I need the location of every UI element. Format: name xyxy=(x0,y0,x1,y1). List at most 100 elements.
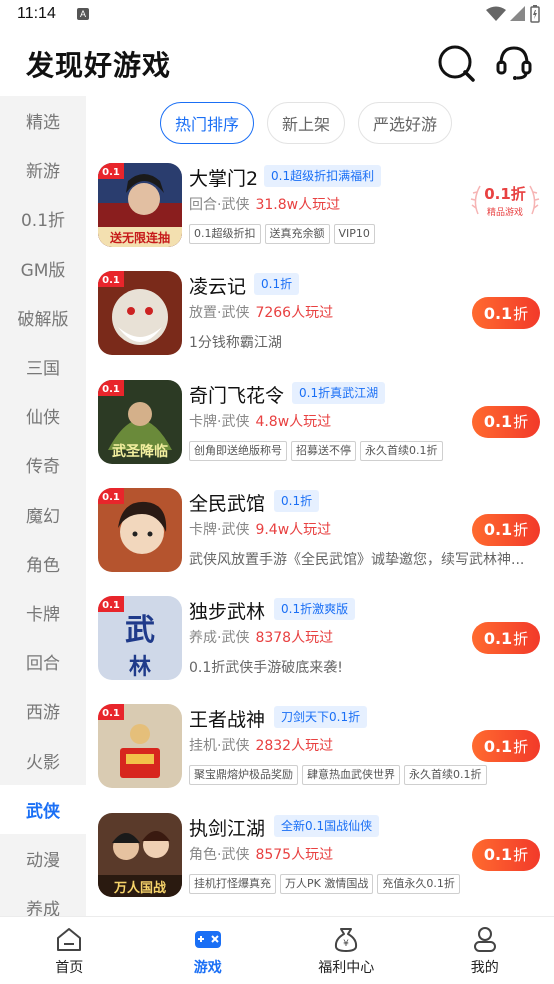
sort-tabs: 热门排序 新上架 严选好游 xyxy=(160,102,453,144)
game-icon[interactable]: 武圣降临 0.1 xyxy=(98,379,182,464)
tab-new[interactable]: 新上架 xyxy=(267,102,346,144)
list-item[interactable]: 0.1 全民武馆 0.1折 卡牌·武侠 9.4w人玩过 武侠风放置手游《全民武馆》… xyxy=(86,487,554,595)
game-icon-art: 0.1 xyxy=(98,487,182,572)
list-item[interactable]: 0.1 凌云记 0.1折 放置·武侠 7266人玩过 1分钱称霸江湖 0.1 折 xyxy=(86,270,554,378)
game-tag: 0.1折 xyxy=(254,273,300,296)
game-labels: 聚宝鼎熔炉极品奖励 肆意热血武侠世界 永久首续0.1折 xyxy=(189,765,487,786)
sidebar-item-yangcheng[interactable]: 养成 xyxy=(0,883,86,916)
user-icon xyxy=(473,927,496,952)
game-tag: 0.1折激爽版 xyxy=(274,598,356,621)
discount-button[interactable]: 0.1 折 xyxy=(472,513,540,546)
game-name: 凌云记 xyxy=(189,276,247,299)
sidebar-item-sanguo[interactable]: 三国 xyxy=(0,342,86,391)
game-genre: 回合·武侠 xyxy=(189,197,250,213)
notification-icon: A xyxy=(77,8,89,20)
nav-label: 福利中心 xyxy=(318,960,375,976)
game-meta: 养成·武侠 8378人玩过 xyxy=(189,627,333,647)
nav-games[interactable]: 游戏 xyxy=(139,917,278,984)
game-genre: 养成·武侠 xyxy=(189,630,250,647)
nav-label: 首页 xyxy=(55,960,84,976)
sidebar-item-xiyou[interactable]: 西游 xyxy=(0,686,86,735)
game-icon-art: 0.1 xyxy=(98,704,182,789)
game-label: 永久首续0.1折 xyxy=(360,440,443,461)
customer-service-button[interactable] xyxy=(494,44,534,82)
game-label: 0.1超级折扣 xyxy=(189,224,261,244)
nav-welfare[interactable]: ¥ 福利中心 xyxy=(277,917,416,984)
list-item[interactable]: 万人国战 执剑江湖 全新0.1国战仙侠 角色·武侠 8575人玩过 挂机打怪爆真充… xyxy=(86,812,554,920)
sidebar-item-xinyou[interactable]: 新游 xyxy=(0,145,86,194)
gamepad-icon xyxy=(194,931,221,948)
game-icon[interactable]: 武 林 0.1 xyxy=(98,596,182,681)
game-tag: 0.1折 xyxy=(274,489,320,512)
game-meta: 卡牌·武侠 9.4w人玩过 xyxy=(189,519,331,539)
discount-value: 0.1 xyxy=(483,520,513,540)
discount-button[interactable]: 0.1 折 xyxy=(472,838,540,871)
game-icon-art: 武 林 0.1 xyxy=(98,596,182,681)
game-name: 大掌门2 xyxy=(189,168,259,190)
game-icon[interactable]: 送无限连抽 0.1 xyxy=(98,163,182,247)
game-icon[interactable]: 万人国战 xyxy=(98,812,182,897)
sidebar-item-mohuan[interactable]: 魔幻 xyxy=(0,490,86,539)
signal-icon xyxy=(510,6,525,21)
discount-value: 0.1 xyxy=(483,303,513,323)
game-label: 挂机打怪爆真充 xyxy=(189,873,276,894)
sidebar-item-jingxuan[interactable]: 精选 xyxy=(0,96,86,145)
game-players: 2832人玩过 xyxy=(255,738,334,755)
sidebar-item-kapai[interactable]: 卡牌 xyxy=(0,588,86,637)
game-icon[interactable]: 0.1 xyxy=(98,487,182,572)
game-list: 送无限连抽 0.1 大掌门2 0.1超级折扣满福利 回合·武侠 31.8w人玩过 … xyxy=(86,162,554,920)
discount-value: 0.1 xyxy=(483,628,513,648)
game-icon-caption: 送无限连抽 xyxy=(109,230,170,245)
game-players: 9.4w人玩过 xyxy=(255,521,332,538)
nav-mine[interactable]: 我的 xyxy=(416,917,554,984)
discount-button[interactable]: 0.1 折 xyxy=(472,730,540,763)
tab-selected[interactable]: 严选好游 xyxy=(358,102,453,144)
game-description: 武侠风放置手游《全民武馆》诚挚邀您，续写武林神... xyxy=(189,551,525,568)
game-tag: 全新0.1国战仙侠 xyxy=(274,814,380,837)
tab-hot[interactable]: 热门排序 xyxy=(160,102,255,144)
sidebar-item-gm[interactable]: GM版 xyxy=(0,244,86,293)
discount-button[interactable]: 0.1 折 xyxy=(472,297,540,330)
sidebar-item-huihe[interactable]: 回合 xyxy=(0,637,86,686)
game-genre: 放置·武侠 xyxy=(189,305,250,322)
game-players: 8575人玩过 xyxy=(255,846,334,863)
game-meta: 放置·武侠 7266人玩过 xyxy=(189,302,333,322)
game-icon[interactable]: 0.1 xyxy=(98,271,182,356)
discount-button[interactable]: 0.1 折 xyxy=(472,405,540,438)
game-description: 1分钱称霸江湖 xyxy=(189,335,282,352)
game-label: 创角即送绝版称号 xyxy=(189,440,287,461)
game-genre: 角色·武侠 xyxy=(189,846,250,863)
sidebar-item-wuxia[interactable]: 武侠 xyxy=(0,784,86,834)
game-meta: 回合·武侠 31.8w人玩过 xyxy=(189,194,340,214)
list-item[interactable]: 武圣降临 0.1 奇门飞花令 0.1折真武江湖 卡牌·武侠 4.8w人玩过 创角即… xyxy=(86,379,554,487)
game-tag: 刀剑天下0.1折 xyxy=(274,706,368,729)
svg-text:0.1: 0.1 xyxy=(102,275,120,286)
nav-home[interactable]: 首页 xyxy=(0,917,139,984)
list-item[interactable]: 武 林 0.1 独步武林 0.1折激爽版 养成·武侠 8378人玩过 0.1折武侠… xyxy=(86,595,554,703)
discount-seal[interactable]: 0.1折 精品游戏 xyxy=(470,174,540,226)
game-labels: 0.1超级折扣 送真充余额 VIP10 xyxy=(189,224,375,244)
discount-button[interactable]: 0.1 折 xyxy=(472,622,540,655)
sidebar-item-discount[interactable]: 0.1折 xyxy=(0,194,86,243)
sidebar-item-juese[interactable]: 角色 xyxy=(0,539,86,588)
discount-value: 0.1 xyxy=(483,845,513,865)
discount-unit: 折 xyxy=(513,846,529,865)
list-item[interactable]: 0.1 王者战神 刀剑天下0.1折 挂机·武侠 2832人玩过 聚宝鼎熔炉极品奖励… xyxy=(86,703,554,811)
list-item[interactable]: 送无限连抽 0.1 大掌门2 0.1超级折扣满福利 回合·武侠 31.8w人玩过 … xyxy=(86,162,554,270)
status-time: 11:14 xyxy=(17,5,56,22)
money-bag-icon: ¥ xyxy=(335,928,358,952)
sidebar-item-dongman[interactable]: 动漫 xyxy=(0,834,86,883)
search-button[interactable] xyxy=(436,44,476,82)
game-icon[interactable]: 0.1 xyxy=(98,704,182,789)
game-players: 8378人玩过 xyxy=(255,630,334,647)
sidebar-item-xianxia[interactable]: 仙侠 xyxy=(0,391,86,440)
sidebar-item-huoying[interactable]: 火影 xyxy=(0,735,86,784)
game-label: 送真充余额 xyxy=(264,224,330,244)
svg-text:0.1: 0.1 xyxy=(102,384,120,395)
sidebar-item-pojie[interactable]: 破解版 xyxy=(0,293,86,342)
sidebar-item-chuanqi[interactable]: 传奇 xyxy=(0,440,86,489)
svg-text:¥: ¥ xyxy=(343,939,349,949)
game-description: 0.1折武侠手游破底来袭! xyxy=(189,660,343,677)
game-icon-art: 万人国战 xyxy=(98,812,182,897)
discount-unit: 折 xyxy=(513,737,529,756)
